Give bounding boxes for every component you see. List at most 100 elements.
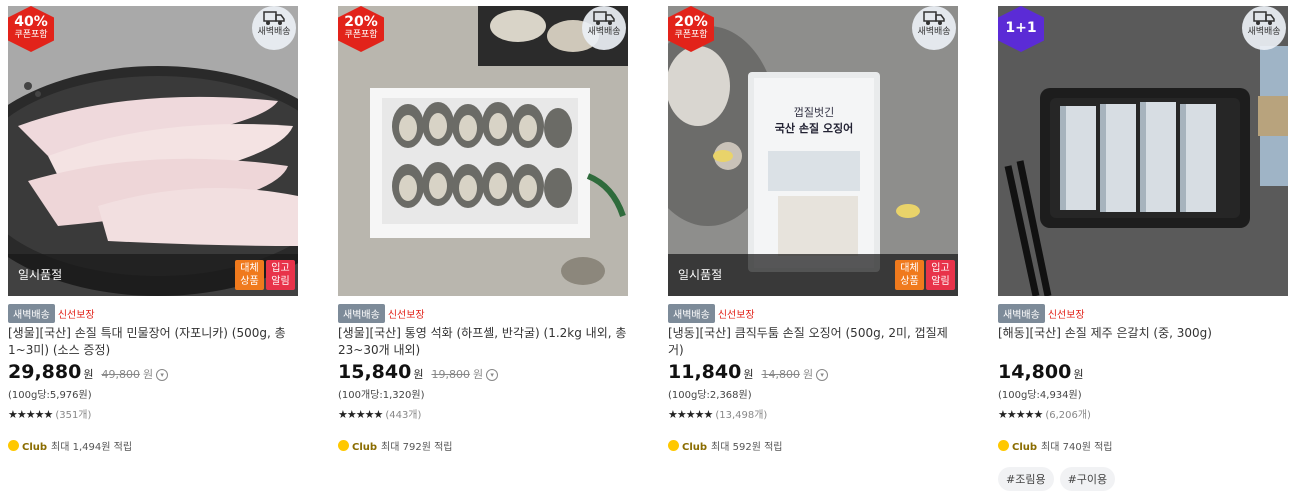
original-currency-label: 원 bbox=[142, 368, 154, 381]
product-card[interactable]: 20% 쿠폰포함 새벽배송 새벽배송 신선보장 [생물][국산] 통영 석화 (하프셸, … bbox=[338, 6, 628, 453]
original-price: 19,800 bbox=[431, 368, 470, 381]
club-reward: Club 최대 792원 적립 bbox=[338, 438, 628, 453]
club-reward-text: 최대 792원 적립 bbox=[381, 442, 453, 453]
info-circle-icon[interactable]: ▾ bbox=[816, 369, 829, 381]
info-circle-icon[interactable]: ▾ bbox=[486, 369, 499, 381]
product-title[interactable]: [생물][국산] 손질 특대 민물장어 (자포니카) (500g, 총 1~3미… bbox=[8, 325, 298, 359]
discount-rate: 20% bbox=[674, 14, 708, 30]
original-currency-label: 원 bbox=[802, 368, 814, 381]
review-count[interactable]: (351개) bbox=[55, 410, 91, 421]
unit-price: (100g당:4,934원) bbox=[998, 390, 1082, 401]
club-reward-text: 최대 740원 적립 bbox=[1041, 442, 1113, 453]
product-image[interactable]: 20% 쿠폰포함 새벽배송 bbox=[338, 6, 628, 296]
club-label: Club bbox=[352, 442, 378, 453]
club-reward: Club 최대 740원 적립 bbox=[998, 438, 1288, 453]
package-text: 껍질벗긴 bbox=[794, 106, 834, 119]
dawn-delivery-badge: 새벽배송 bbox=[912, 6, 956, 50]
currency-label: 원 bbox=[1073, 368, 1084, 381]
dawn-delivery-label: 새벽배송 bbox=[1247, 27, 1281, 37]
coupon-included-label: 쿠폰포함 bbox=[14, 30, 48, 40]
fresh-guarantee-tag: 신선보장 bbox=[1047, 310, 1085, 321]
product-image[interactable]: 40% 쿠폰포함 새벽배송일시품절 대체 상품 입고 알림 bbox=[8, 6, 298, 296]
soldout-label: 일시품절 bbox=[678, 268, 723, 282]
dawn-delivery-label: 새벽배송 bbox=[257, 27, 291, 37]
fresh-guarantee-tag: 신선보장 bbox=[717, 310, 755, 321]
restock-alert-button[interactable]: 입고 알림 bbox=[926, 260, 955, 290]
star-icon: ★★★★★ bbox=[338, 408, 383, 421]
truck-icon bbox=[252, 10, 296, 26]
product-title[interactable]: [생물][국산] 통영 석화 (하프셸, 반각굴) (1.2kg 내외, 총 2… bbox=[338, 325, 628, 359]
delivery-tags: 새벽배송 신선보장 bbox=[668, 304, 958, 323]
original-currency-label: 원 bbox=[472, 368, 484, 381]
price-row: 14,800 원 bbox=[998, 361, 1288, 385]
dawn-delivery-badge: 새벽배송 bbox=[252, 6, 296, 50]
product-card[interactable]: 1+1 새벽배송 새벽배송 신선보장 [해동][국산] 손질 제주 은갈치 (중, 30… bbox=[998, 6, 1288, 491]
rating-row: ★★★★★ (443개) bbox=[338, 406, 628, 421]
original-price: 49,800 bbox=[101, 368, 140, 381]
info-circle-icon[interactable]: ▾ bbox=[156, 369, 169, 381]
unit-price: (100개당:1,320원) bbox=[338, 390, 425, 401]
original-price: 14,800 bbox=[761, 368, 800, 381]
product-title[interactable]: [냉동][국산] 큼직두툼 손질 오징어 (500g, 2미, 껍질제거) bbox=[668, 325, 958, 359]
delivery-tags: 새벽배송 신선보장 bbox=[338, 304, 628, 323]
discount-rate: 40% bbox=[14, 14, 48, 30]
club-reward: Club 최대 1,494원 적립 bbox=[8, 438, 298, 453]
truck-icon bbox=[912, 10, 956, 26]
delivery-tags: 새벽배송 신선보장 bbox=[8, 304, 298, 323]
dawn-delivery-tag: 새벽배송 bbox=[8, 304, 55, 323]
club-reward: Club 최대 592원 적립 bbox=[668, 438, 958, 453]
dawn-delivery-label: 새벽배송 bbox=[917, 27, 951, 37]
hashtag-chip[interactable]: #구이용 bbox=[1059, 467, 1116, 491]
club-coin-icon bbox=[8, 440, 19, 451]
rating-row: ★★★★★ (13,498개) bbox=[668, 406, 958, 421]
coupon-included-label: 쿠폰포함 bbox=[344, 30, 378, 40]
soldout-bar: 일시품절 대체 상품 입고 알림 bbox=[8, 254, 298, 296]
rating-row: ★★★★★ (6,206개) bbox=[998, 406, 1288, 421]
dawn-delivery-tag: 새벽배송 bbox=[998, 304, 1045, 323]
product-card[interactable]: 껍질벗긴 국산 손질 오징어 20% 쿠폰포함 새벽배송 일시품절 대체 상품 입고 알림 새벽… bbox=[668, 6, 958, 453]
star-icon: ★★★★★ bbox=[8, 408, 53, 421]
substitute-product-button[interactable]: 대체 상품 bbox=[235, 260, 264, 290]
package-text: 국산 손질 오징어 bbox=[775, 121, 854, 135]
discount-rate: 20% bbox=[344, 14, 378, 30]
star-icon: ★★★★★ bbox=[668, 408, 713, 421]
club-reward-text: 최대 592원 적립 bbox=[711, 442, 783, 453]
club-label: Club bbox=[22, 442, 48, 453]
discount-rate: 1+1 bbox=[1005, 20, 1037, 36]
unit-price: (100g당:2,368원) bbox=[668, 390, 752, 401]
restock-alert-button[interactable]: 입고 알림 bbox=[266, 260, 295, 290]
review-count[interactable]: (443개) bbox=[385, 410, 421, 421]
club-coin-icon bbox=[668, 440, 679, 451]
sale-price: 29,880 bbox=[8, 361, 82, 383]
rating-row: ★★★★★ (351개) bbox=[8, 406, 298, 421]
delivery-tags: 새벽배송 신선보장 bbox=[998, 304, 1288, 323]
truck-icon bbox=[582, 10, 626, 26]
currency-label: 원 bbox=[413, 368, 424, 381]
substitute-product-button[interactable]: 대체 상품 bbox=[895, 260, 924, 290]
hashtag-chips: #조림용 #구이용 bbox=[998, 467, 1288, 491]
dawn-delivery-label: 새벽배송 bbox=[587, 27, 621, 37]
sale-price: 15,840 bbox=[338, 361, 412, 383]
hashtag-chip[interactable]: #조림용 bbox=[998, 467, 1054, 491]
coupon-included-label: 쿠폰포함 bbox=[674, 30, 708, 40]
price-row: 15,840 원 19,800 원 ▾ bbox=[338, 361, 628, 385]
product-image[interactable]: 껍질벗긴국산 손질 오징어 20% 쿠폰포함 새벽배송일시품절 대체 상품 입고 알림 bbox=[668, 6, 958, 296]
price-row: 29,880 원 49,800 원 ▾ bbox=[8, 361, 298, 385]
review-count[interactable]: (13,498개) bbox=[715, 410, 767, 421]
product-image[interactable]: 1+1 새벽배송 bbox=[998, 6, 1288, 296]
product-card[interactable]: 40% 쿠폰포함 새벽배송 일시품절 대체 상품 입고 알림 새벽배송 신선보장 [생물][국산… bbox=[8, 6, 298, 453]
dawn-delivery-badge: 새벽배송 bbox=[582, 6, 626, 50]
fresh-guarantee-tag: 신선보장 bbox=[57, 310, 95, 321]
truck-icon bbox=[1242, 10, 1286, 26]
price-row: 11,840 원 14,800 원 ▾ bbox=[668, 361, 958, 385]
currency-label: 원 bbox=[743, 368, 754, 381]
club-coin-icon bbox=[998, 440, 1009, 451]
unit-price: (100g당:5,976원) bbox=[8, 390, 92, 401]
dawn-delivery-tag: 새벽배송 bbox=[338, 304, 385, 323]
club-reward-text: 최대 1,494원 적립 bbox=[51, 442, 133, 453]
club-label: Club bbox=[1012, 442, 1038, 453]
dawn-delivery-tag: 새벽배송 bbox=[668, 304, 715, 323]
club-coin-icon bbox=[338, 440, 349, 451]
review-count[interactable]: (6,206개) bbox=[1045, 410, 1091, 421]
product-title[interactable]: [해동][국산] 손질 제주 은갈치 (중, 300g) bbox=[998, 325, 1288, 359]
